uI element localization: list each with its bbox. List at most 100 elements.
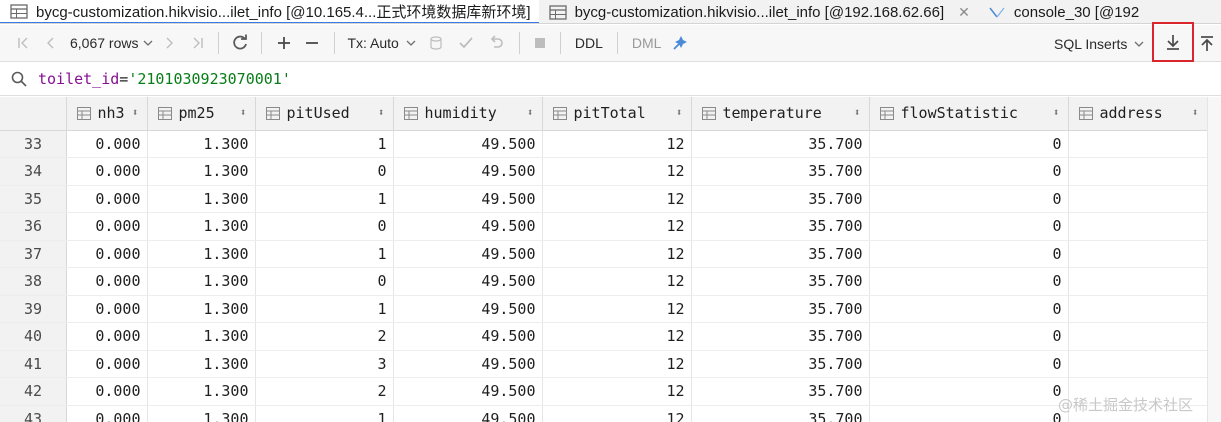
cell-address[interactable] <box>1068 350 1208 378</box>
cell-humidity[interactable]: 49.500 <box>393 267 543 296</box>
table-row[interactable]: 43 0.000 1.300 1 49.500 12 35.700 0 <box>0 405 1208 422</box>
column-header-humidity[interactable]: humidity ⬍ <box>393 97 543 131</box>
cell-temperature[interactable]: 35.700 <box>691 240 870 268</box>
cell-pittotal[interactable]: 12 <box>542 322 692 351</box>
where-filter-input[interactable]: toilet_id='2101030923070001' <box>38 70 291 88</box>
reload-button[interactable] <box>227 30 253 56</box>
cell-address[interactable] <box>1068 295 1208 323</box>
first-page-button[interactable] <box>12 30 36 56</box>
cell-nh3[interactable]: 0.000 <box>66 267 148 296</box>
column-header-pittotal[interactable]: pitTotal ⬍ <box>542 97 692 131</box>
cell-address[interactable] <box>1068 157 1208 186</box>
cell-pitused[interactable]: 1 <box>255 240 394 268</box>
cell-pittotal[interactable]: 12 <box>542 157 692 186</box>
cell-pm25[interactable]: 1.300 <box>147 405 256 422</box>
cell-pitused[interactable]: 1 <box>255 185 394 213</box>
cell-pittotal[interactable]: 12 <box>542 212 692 241</box>
column-header-address[interactable]: address ⬍ <box>1068 97 1208 131</box>
dml-button[interactable]: DML <box>626 30 668 56</box>
transaction-mode-dropdown[interactable]: Tx: Auto <box>343 30 420 56</box>
cell-humidity[interactable]: 49.500 <box>393 350 543 378</box>
cell-pitused[interactable]: 1 <box>255 295 394 323</box>
cell-temperature[interactable]: 35.700 <box>691 130 870 158</box>
cell-humidity[interactable]: 49.500 <box>393 157 543 186</box>
table-row[interactable]: 41 0.000 1.300 3 49.500 12 35.700 0 <box>0 350 1208 378</box>
cell-humidity[interactable]: 49.500 <box>393 405 543 422</box>
ddl-button[interactable]: DDL <box>569 30 609 56</box>
cell-pm25[interactable]: 1.300 <box>147 240 256 268</box>
cell-nh3[interactable]: 0.000 <box>66 350 148 378</box>
cell-flowstatistic[interactable]: 0 <box>869 267 1069 296</box>
cell-flowstatistic[interactable]: 0 <box>869 405 1069 422</box>
cell-pittotal[interactable]: 12 <box>542 350 692 378</box>
cell-flowstatistic[interactable]: 0 <box>869 322 1069 351</box>
sort-icon[interactable]: ⬍ <box>132 106 139 119</box>
sort-icon[interactable]: ⬍ <box>676 106 683 119</box>
db-settings-button[interactable] <box>421 30 451 56</box>
cell-pittotal[interactable]: 12 <box>542 130 692 158</box>
cell-address[interactable] <box>1068 185 1208 213</box>
cell-pittotal[interactable]: 12 <box>542 240 692 268</box>
cell-nh3[interactable]: 0.000 <box>66 322 148 351</box>
cell-flowstatistic[interactable]: 0 <box>869 212 1069 241</box>
cell-flowstatistic[interactable]: 0 <box>869 130 1069 158</box>
cell-pm25[interactable]: 1.300 <box>147 212 256 241</box>
cell-temperature[interactable]: 35.700 <box>691 267 870 296</box>
cell-nh3[interactable]: 0.000 <box>66 157 148 186</box>
vertical-scrollbar[interactable] <box>1207 97 1221 422</box>
export-format-dropdown[interactable]: SQL Inserts <box>1054 25 1145 62</box>
cell-address[interactable] <box>1068 130 1208 158</box>
cell-nh3[interactable]: 0.000 <box>66 377 148 406</box>
cell-flowstatistic[interactable]: 0 <box>869 377 1069 406</box>
sort-icon[interactable]: ⬍ <box>240 106 247 119</box>
cell-pm25[interactable]: 1.300 <box>147 322 256 351</box>
table-row[interactable]: 37 0.000 1.300 1 49.500 12 35.700 0 <box>0 240 1208 268</box>
column-header-pm25[interactable]: pm25 ⬍ <box>147 97 256 131</box>
cell-pittotal[interactable]: 12 <box>542 405 692 422</box>
cell-temperature[interactable]: 35.700 <box>691 295 870 323</box>
cell-nh3[interactable]: 0.000 <box>66 295 148 323</box>
column-header-flowstatistic[interactable]: flowStatistic ⬍ <box>869 97 1069 131</box>
row-count-dropdown[interactable]: 6,067 rows <box>66 30 154 56</box>
table-row[interactable]: 42 0.000 1.300 2 49.500 12 35.700 0 <box>0 377 1208 406</box>
export-data-button[interactable] <box>1152 22 1194 62</box>
column-header-temperature[interactable]: temperature ⬍ <box>691 97 870 131</box>
cell-address[interactable] <box>1068 322 1208 351</box>
cell-pm25[interactable]: 1.300 <box>147 295 256 323</box>
cell-pitused[interactable]: 1 <box>255 130 394 158</box>
commit-button[interactable] <box>451 30 481 56</box>
previous-page-button[interactable] <box>36 30 66 56</box>
cell-flowstatistic[interactable]: 0 <box>869 185 1069 213</box>
cell-nh3[interactable]: 0.000 <box>66 212 148 241</box>
rollback-button[interactable] <box>481 30 511 56</box>
cell-flowstatistic[interactable]: 0 <box>869 240 1069 268</box>
cell-humidity[interactable]: 49.500 <box>393 377 543 406</box>
cell-temperature[interactable]: 35.700 <box>691 157 870 186</box>
table-row[interactable]: 40 0.000 1.300 2 49.500 12 35.700 0 <box>0 322 1208 351</box>
cell-pittotal[interactable]: 12 <box>542 185 692 213</box>
cell-humidity[interactable]: 49.500 <box>393 295 543 323</box>
table-row[interactable]: 33 0.000 1.300 1 49.500 12 35.700 0 <box>0 130 1208 158</box>
table-row[interactable]: 34 0.000 1.300 0 49.500 12 35.700 0 <box>0 157 1208 186</box>
cell-pm25[interactable]: 1.300 <box>147 130 256 158</box>
cell-nh3[interactable]: 0.000 <box>66 130 148 158</box>
close-icon[interactable]: ✕ <box>958 4 970 21</box>
cell-address[interactable] <box>1068 212 1208 241</box>
cell-pitused[interactable]: 3 <box>255 350 394 378</box>
cell-temperature[interactable]: 35.700 <box>691 405 870 422</box>
cell-pm25[interactable]: 1.300 <box>147 157 256 186</box>
cell-flowstatistic[interactable]: 0 <box>869 350 1069 378</box>
where-filter-bar[interactable]: toilet_id='2101030923070001' <box>0 63 1221 96</box>
sort-icon[interactable]: ⬍ <box>854 106 861 119</box>
tab-toilet-info-prod[interactable]: bycg-customization.hikvisio...ilet_info … <box>0 0 539 23</box>
column-header-pitused[interactable]: pitUsed ⬍ <box>255 97 394 131</box>
sort-icon[interactable]: ⬍ <box>527 106 534 119</box>
cell-pitused[interactable]: 0 <box>255 267 394 296</box>
cell-humidity[interactable]: 49.500 <box>393 185 543 213</box>
table-row[interactable]: 35 0.000 1.300 1 49.500 12 35.700 0 <box>0 185 1208 213</box>
cell-flowstatistic[interactable]: 0 <box>869 157 1069 186</box>
cell-temperature[interactable]: 35.700 <box>691 322 870 351</box>
cell-pittotal[interactable]: 12 <box>542 267 692 296</box>
table-row[interactable]: 38 0.000 1.300 0 49.500 12 35.700 0 <box>0 267 1208 296</box>
cell-pitused[interactable]: 2 <box>255 322 394 351</box>
